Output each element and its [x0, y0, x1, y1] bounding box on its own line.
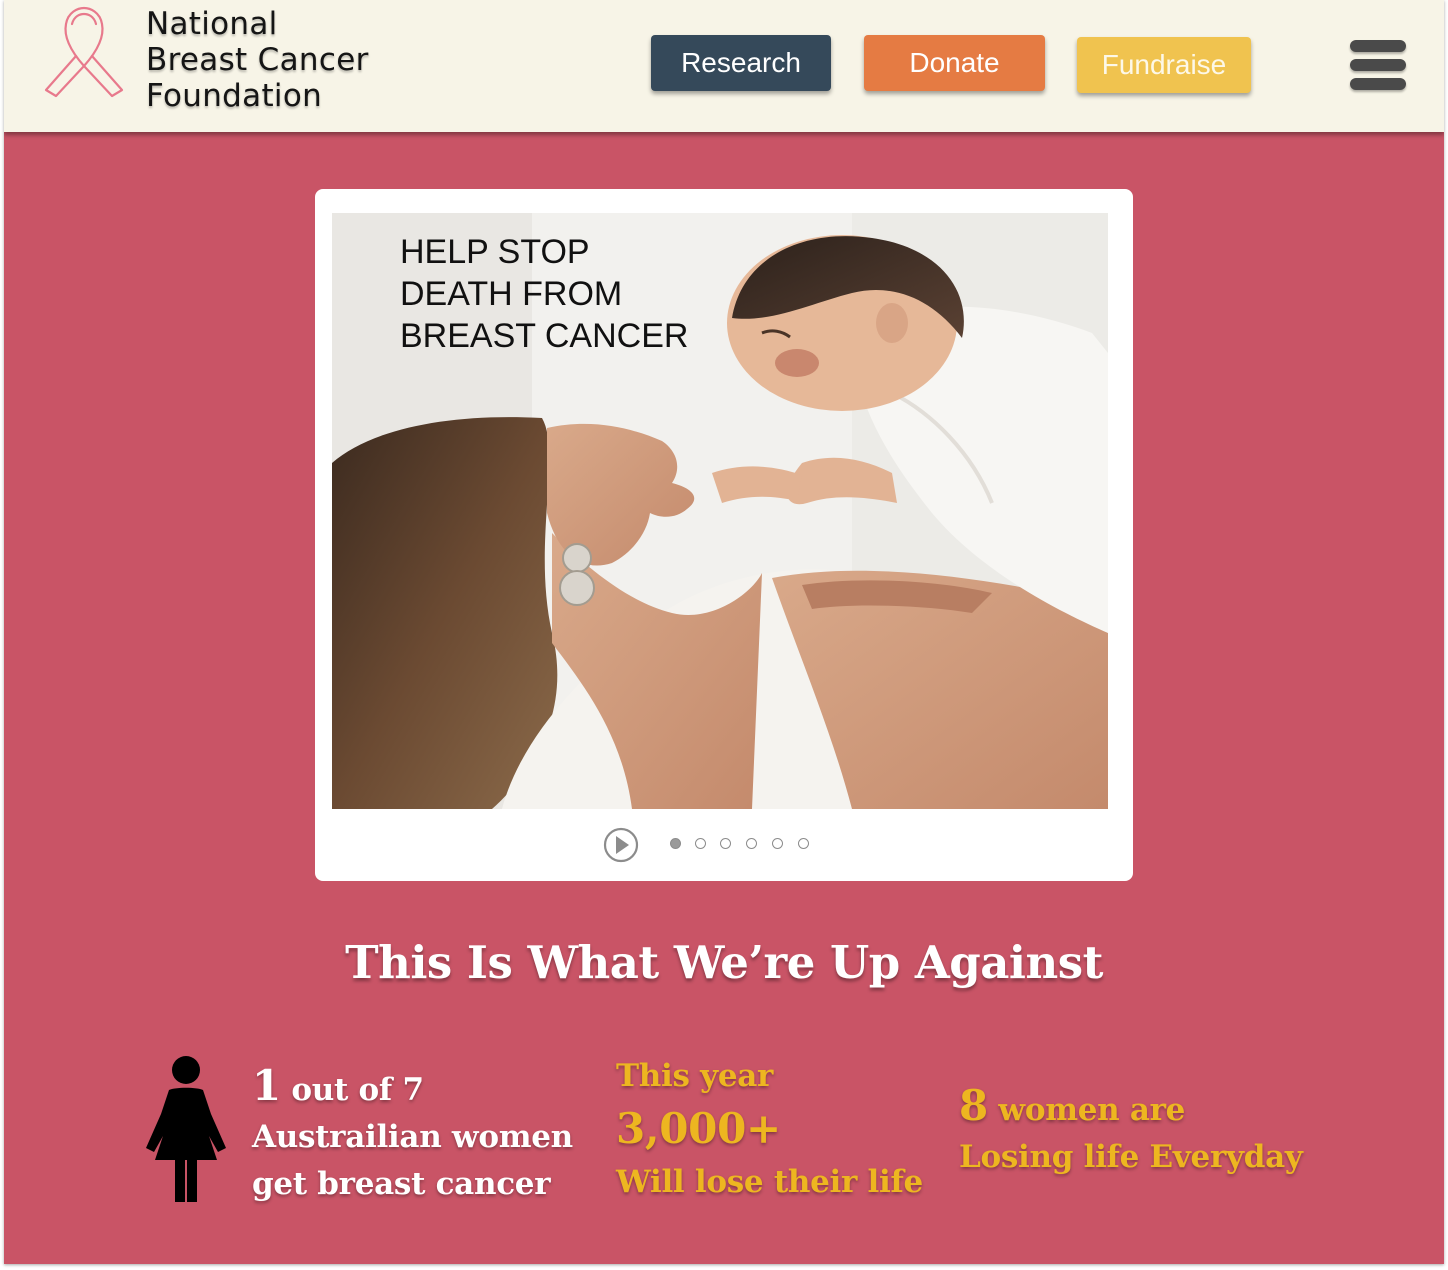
menu-bar: [1350, 78, 1406, 90]
stat-text: women are: [987, 1092, 1186, 1128]
research-button[interactable]: Research: [651, 35, 831, 91]
slide-headline-line: HELP STOP: [400, 233, 590, 271]
pink-ribbon-logo-icon[interactable]: [42, 4, 126, 104]
fundraise-button[interactable]: Fundraise: [1077, 37, 1251, 93]
brand-name[interactable]: National Breast Cancer Foundation: [146, 6, 369, 114]
stat-text: get breast cancer: [252, 1166, 551, 1202]
carousel-dot[interactable]: [670, 838, 681, 849]
carousel-slide[interactable]: HELP STOP DEATH FROM BREAST CANCER: [332, 213, 1108, 809]
slide-headline-line: BREAST CANCER: [400, 317, 689, 355]
stat-number: 3,000+: [616, 1104, 781, 1153]
carousel-dot[interactable]: [798, 838, 809, 849]
woman-figure-icon: [146, 1056, 226, 1202]
brand-line-2: Breast Cancer: [146, 42, 369, 78]
stat-text: Losing life Everyday: [959, 1139, 1303, 1175]
carousel-controls: [315, 825, 1133, 865]
hamburger-menu-icon[interactable]: [1350, 38, 1408, 92]
slide-headline-line: DEATH FROM: [400, 275, 623, 313]
brand-line-1: National: [146, 6, 278, 42]
stat-number: 8: [959, 1081, 988, 1130]
site-header: National Breast Cancer Foundation Resear…: [4, 0, 1444, 132]
slide-headline: HELP STOP DEATH FROM BREAST CANCER: [400, 231, 688, 357]
menu-bar: [1350, 59, 1406, 71]
page: National Breast Cancer Foundation Resear…: [4, 0, 1444, 1264]
section-title: This Is What We’re Up Against: [345, 936, 1103, 989]
stat-number: 1: [252, 1061, 281, 1110]
carousel-dot[interactable]: [772, 838, 783, 849]
stat-text: Austrailian women: [252, 1119, 573, 1155]
carousel-dot[interactable]: [746, 838, 757, 849]
stat-text: out of 7: [280, 1072, 424, 1108]
hero-carousel: HELP STOP DEATH FROM BREAST CANCER: [315, 189, 1133, 881]
carousel-dot[interactable]: [695, 838, 706, 849]
brand-line-3: Foundation: [146, 78, 323, 114]
stat-women-daily: 8 women are Losing life Everyday: [959, 1082, 1303, 1181]
menu-bar: [1350, 40, 1406, 52]
stat-one-in-seven: 1 out of 7 Austrailian women get breast …: [252, 1062, 573, 1208]
carousel-dot[interactable]: [720, 838, 731, 849]
donate-button[interactable]: Donate: [864, 35, 1045, 91]
stat-text: Will lose their life: [616, 1164, 923, 1200]
play-circle-icon[interactable]: [603, 827, 639, 863]
stat-text: This year: [616, 1058, 774, 1094]
